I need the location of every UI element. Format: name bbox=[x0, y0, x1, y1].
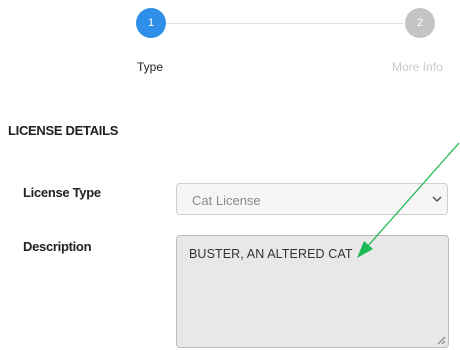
step-2-label: More Info bbox=[392, 60, 443, 74]
license-type-label: License Type bbox=[23, 185, 101, 200]
description-label: Description bbox=[23, 239, 92, 254]
resize-handle-icon[interactable] bbox=[437, 336, 446, 345]
step-2-number: 2 bbox=[416, 17, 424, 29]
license-type-select[interactable]: Cat License bbox=[176, 183, 448, 215]
chevron-down-icon bbox=[432, 196, 442, 203]
description-value: BUSTER, AN ALTERED CAT bbox=[189, 247, 353, 261]
step-1-indicator[interactable]: 1 bbox=[136, 8, 166, 38]
section-title: LICENSE DETAILS bbox=[8, 123, 119, 138]
description-textarea[interactable]: BUSTER, AN ALTERED CAT bbox=[176, 235, 449, 348]
step-1-label: Type bbox=[137, 60, 164, 74]
step-1-number: 1 bbox=[147, 17, 155, 29]
stepper-connector-line bbox=[166, 23, 404, 24]
license-type-value: Cat License bbox=[192, 193, 261, 208]
step-2-indicator[interactable]: 2 bbox=[405, 8, 435, 38]
